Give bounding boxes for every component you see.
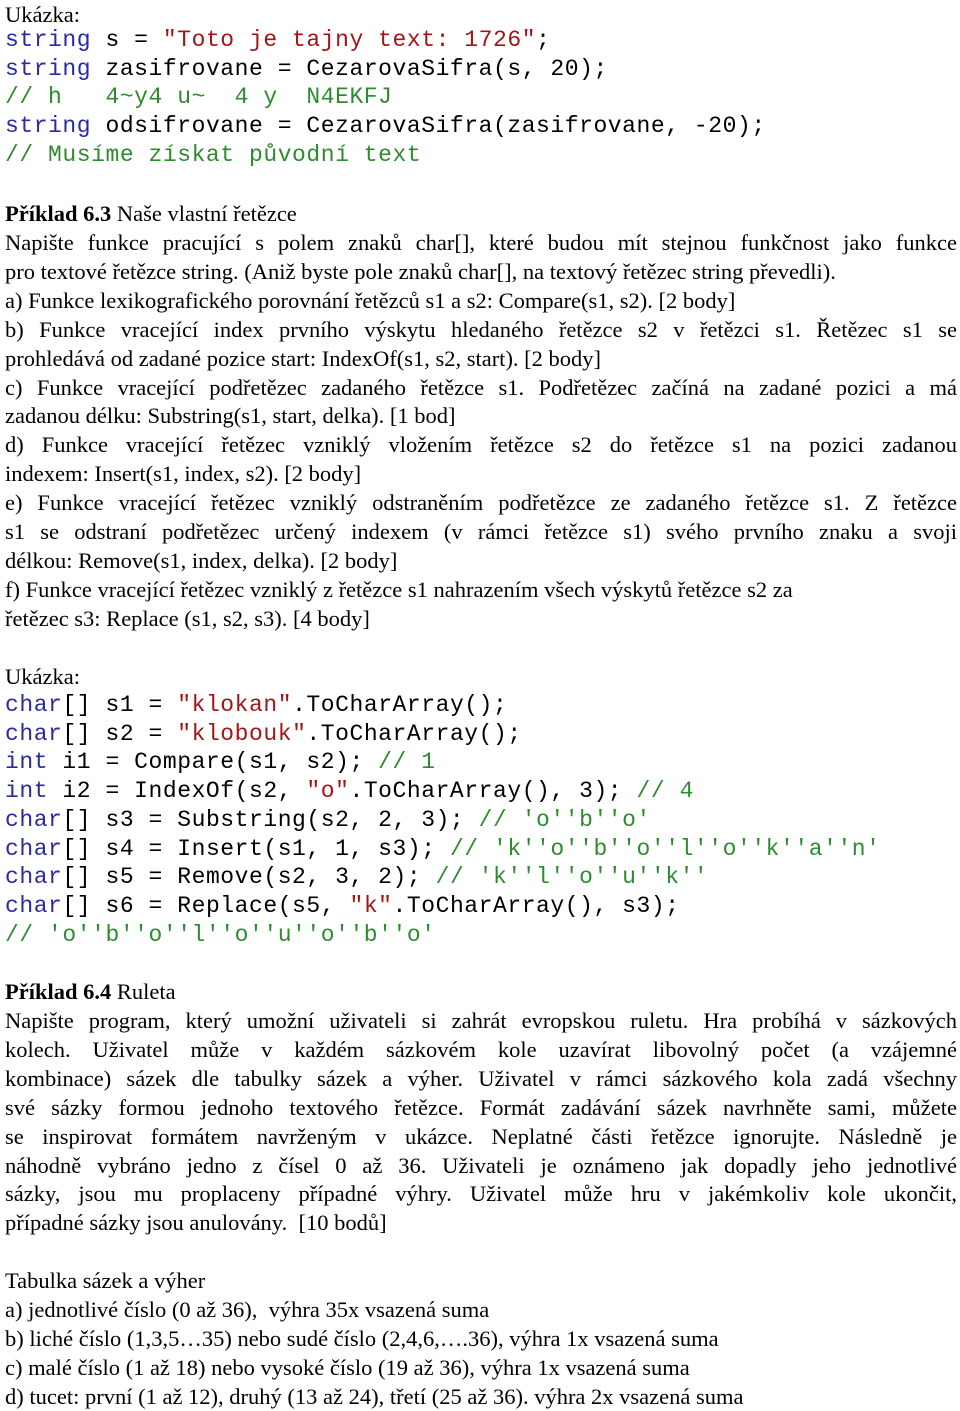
code-string: "o" bbox=[306, 778, 350, 805]
paragraph-line: a) Funkce lexikografického porovnání řet… bbox=[5, 287, 736, 313]
code-keyword: string bbox=[5, 55, 92, 82]
code-text: zasifrovane = CezarovaSifra(s, 20); bbox=[91, 55, 608, 82]
paragraph-line: náhodně vybráno jedno z čísel 0 až 36. U… bbox=[5, 1152, 957, 1178]
code-line: int i1 = Compare(s1, s2); // 1 bbox=[5, 748, 436, 777]
code-comment: // h 4~y4 u~ 4 y N4EKFJ bbox=[5, 84, 393, 111]
code-text: s = bbox=[91, 27, 163, 53]
code-line: char[] s2 = "klobouk".ToCharArray(); bbox=[5, 720, 522, 749]
example-title: Ruleta bbox=[111, 979, 176, 1004]
code-string: "Toto je tajny text: 1726" bbox=[162, 27, 537, 53]
code-line: char[] s4 = Insert(s1, 1, s3); // 'k''o'… bbox=[5, 835, 881, 864]
paragraph-line: délkou: Remove(s1, index, delka). [2 bod… bbox=[5, 547, 398, 573]
code-text: [] s2 = bbox=[62, 720, 178, 747]
paragraph-line: Napište funkce pracující s polem znaků c… bbox=[5, 230, 957, 255]
code-keyword: char bbox=[5, 806, 63, 833]
paragraph-line: indexem: Insert(s1, index, s2). [2 body] bbox=[5, 461, 362, 487]
code-line: string odsifrovane = CezarovaSifra(zasif… bbox=[5, 112, 766, 141]
code-string: "k" bbox=[349, 892, 393, 919]
code-string: "klokan" bbox=[177, 692, 293, 718]
example-6-4-heading: Příklad 6.4 Ruleta bbox=[5, 977, 176, 1006]
paragraph-line: d) Funkce vracející řetězec vzniklý vlož… bbox=[5, 432, 957, 458]
paragraph-line: b) Funkce vracející index prvního výskyt… bbox=[5, 316, 957, 342]
paragraph-line: f) Funkce vracející řetězec vzniklý z ře… bbox=[5, 576, 793, 602]
code-keyword: int bbox=[5, 778, 49, 805]
code-keyword: char bbox=[5, 835, 63, 862]
paragraph-line: se inspirovat formátem navrženým v ukázc… bbox=[5, 1123, 957, 1149]
code-keyword: string bbox=[5, 27, 92, 53]
code-string: "klobouk" bbox=[177, 720, 307, 747]
code-line: char[] s1 = "klokan".ToCharArray(); bbox=[5, 691, 507, 720]
bets-table-row: c) malé číslo (1 až 18) nebo vysoké čísl… bbox=[5, 1355, 690, 1380]
code-keyword: char bbox=[5, 720, 63, 747]
bets-table-row: d) tucet: první (1 až 12), druhý (13 až … bbox=[5, 1384, 744, 1409]
code-text: [] s5 = Remove(s2, 3, 2); bbox=[62, 864, 436, 891]
code-text: [] s4 = Insert(s1, 1, s3); bbox=[62, 835, 450, 862]
code-comment: // 'k''o''b''o''l''o''k''a''n' bbox=[449, 835, 881, 862]
code-keyword: char bbox=[5, 864, 63, 891]
paragraph-line: zadanou délku: Substring(s1, start, delk… bbox=[5, 403, 456, 429]
code-text: .ToCharArray(), 3); bbox=[349, 778, 637, 805]
code-comment: // 'o''b''o' bbox=[478, 806, 651, 833]
code-line: char[] s5 = Remove(s2, 3, 2); // 'k''l''… bbox=[5, 863, 708, 892]
code-text: [] s6 = Replace(s5, bbox=[62, 892, 350, 919]
example-number: Příklad 6.3 bbox=[5, 201, 112, 226]
bets-table-title: Tabulka sázek a výher bbox=[5, 1268, 206, 1293]
code-keyword: int bbox=[5, 749, 49, 776]
bets-table-row: a) jednotlivé číslo (0 až 36), výhra 35x… bbox=[5, 1297, 490, 1322]
code-comment: // 1 bbox=[378, 749, 436, 776]
code-comment: // 'o''b''o''l''o''u''o''b''o' bbox=[5, 921, 436, 948]
example-number: Příklad 6.4 bbox=[5, 979, 112, 1004]
paragraph-line: kombinace) sázek dle tabulky sázek a výh… bbox=[5, 1065, 957, 1091]
code-text: ; bbox=[536, 27, 551, 53]
code-line: string zasifrovane = CezarovaSifra(s, 20… bbox=[5, 55, 608, 84]
code-line: char[] s3 = Substring(s2, 2, 3); // 'o''… bbox=[5, 806, 651, 835]
code-text: .ToCharArray(), s3); bbox=[392, 892, 680, 919]
paragraph-line: řetězec s3: Replace (s1, s2, s3). [4 bod… bbox=[5, 605, 370, 631]
code-line: string s = "Toto je tajny text: 1726"; bbox=[5, 26, 550, 55]
example-6-3-heading: Příklad 6.3 Naše vlastní řetězce bbox=[5, 199, 297, 228]
paragraph-line: Napište program, který umožní uživateli … bbox=[5, 1008, 957, 1033]
code-comment: // Musíme získat původní text bbox=[5, 141, 422, 168]
code-line: char[] s6 = Replace(s5, "k".ToCharArray(… bbox=[5, 892, 680, 921]
code-line: int i2 = IndexOf(s2, "o".ToCharArray(), … bbox=[5, 777, 694, 806]
code-text: odsifrovane = CezarovaSifra(zasifrovane,… bbox=[91, 113, 766, 140]
code-comment: // 'k''l''o''u''k'' bbox=[435, 864, 709, 891]
code-keyword: string bbox=[5, 113, 92, 140]
paragraph-line: pro textové řetězce string. (Aniž byste … bbox=[5, 258, 836, 284]
paragraph-line: s1 se odstraní podřetězec určený indexem… bbox=[5, 519, 957, 544]
example-title: Naše vlastní řetězce bbox=[111, 201, 297, 226]
code-text: [] s1 = bbox=[62, 692, 178, 718]
paragraph-line: prohledává od zadané pozice start: Index… bbox=[5, 345, 602, 371]
code-text: i2 = IndexOf(s2, bbox=[48, 778, 307, 805]
paragraph-line: sázky, jsou mu proplaceny případné výhry… bbox=[5, 1181, 957, 1207]
bets-table-row: b) liché číslo (1,3,5…35) nebo sudé čísl… bbox=[5, 1326, 719, 1351]
code-keyword: char bbox=[5, 892, 63, 919]
code-keyword: char bbox=[5, 692, 63, 718]
code-text: .ToCharArray(); bbox=[306, 720, 522, 747]
paragraph-line: e) Funkce vracející řetězec vzniklý odst… bbox=[5, 490, 957, 516]
paragraph-line: své sázky formou jednoho textového řetěz… bbox=[5, 1094, 957, 1120]
code-comment: // 4 bbox=[636, 778, 694, 805]
paragraph-line: kolech. Uživatel může v každém sázkovém … bbox=[5, 1036, 957, 1062]
code-line: // h 4~y4 u~ 4 y N4EKFJ bbox=[5, 83, 393, 112]
code-text: [] s3 = Substring(s2, 2, 3); bbox=[62, 806, 479, 833]
code-text: .ToCharArray(); bbox=[292, 692, 508, 718]
paragraph-line: případné sázky jsou anulovány. [10 bodů] bbox=[5, 1210, 387, 1236]
paragraph-line: c) Funkce vracející podřetězec zadaného … bbox=[5, 374, 957, 400]
sample-label: Ukázka: bbox=[5, 664, 80, 689]
code-text: i1 = Compare(s1, s2); bbox=[48, 749, 379, 776]
code-line: // Musíme získat původní text bbox=[5, 141, 421, 170]
sample-label: Ukázka: bbox=[5, 2, 80, 27]
code-line: // 'o''b''o''l''o''u''o''b''o' bbox=[5, 921, 436, 950]
